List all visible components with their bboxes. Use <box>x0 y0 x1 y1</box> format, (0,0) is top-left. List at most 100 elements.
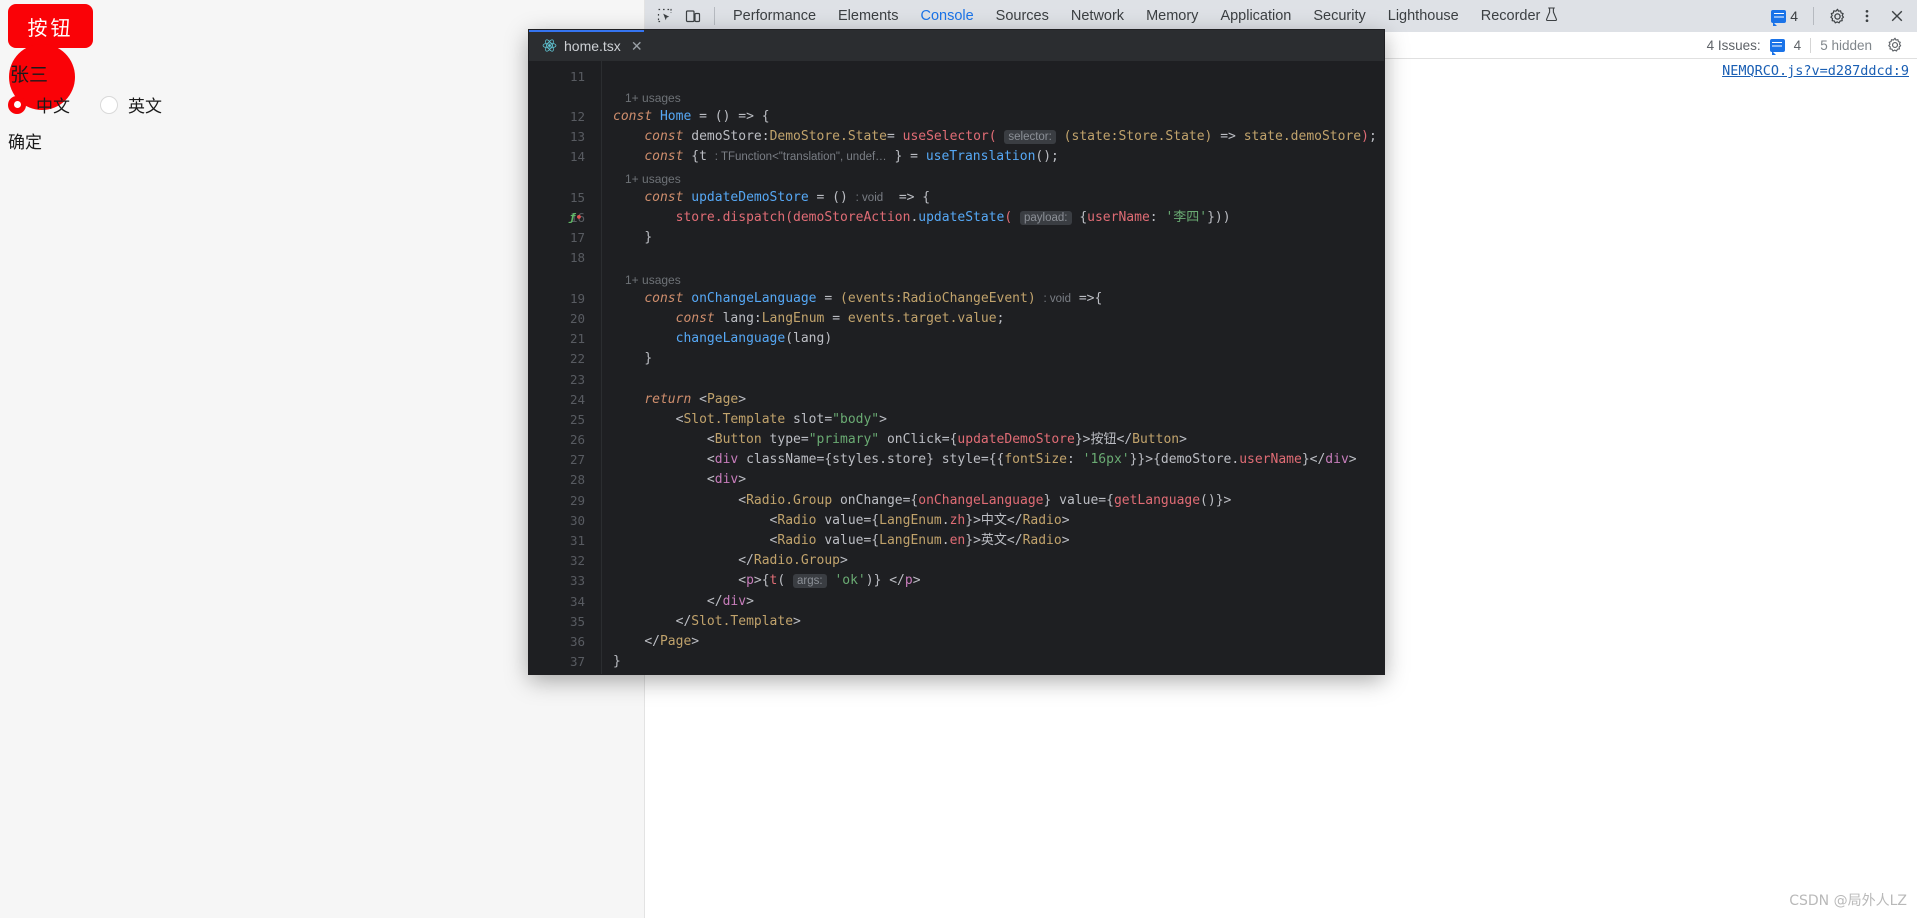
code-line: <Radio value={LangEnum.zh}>中文</Radio> <box>769 513 1070 528</box>
usages-hint: 1+ usages <box>625 273 681 287</box>
gutter-function-marker-icon[interactable]: ƒ• <box>569 208 582 228</box>
line-number: 28 <box>569 472 585 487</box>
primary-button[interactable]: 按钮 <box>8 4 93 48</box>
code-line: } <box>644 351 653 366</box>
tab-label: Recorder <box>1480 8 1541 24</box>
code-line: </Radio.Group> <box>738 553 848 568</box>
ide-tab-label: home.tsx <box>564 37 621 54</box>
line-number: 15 <box>569 190 585 205</box>
code-line: const demoStore:DemoStore.State= useSele… <box>644 129 1377 144</box>
ide-tab-bar: home.tsx ✕ <box>529 30 1384 61</box>
language-radio-group[interactable]: 中文 英文 <box>8 92 162 117</box>
line-number: 35 <box>569 614 585 629</box>
code-line: <Slot.Template slot="body"> <box>675 412 887 427</box>
issues-badge-icon <box>1769 38 1785 55</box>
code-line: changeLanguage(lang) <box>675 331 833 346</box>
line-number: 32 <box>569 553 585 568</box>
tab-application[interactable]: Application <box>1209 0 1302 32</box>
react-icon <box>542 38 557 53</box>
subbar-divider <box>1810 37 1812 53</box>
hidden-count-label[interactable]: 5 hidden <box>1820 38 1872 53</box>
line-number: 19 <box>569 291 585 306</box>
tab-label: Console <box>920 8 974 24</box>
code-line: } <box>644 230 653 245</box>
tab-performance[interactable]: Performance <box>722 0 827 32</box>
code-line: </div> <box>706 594 754 609</box>
toolbar-divider-2 <box>1813 7 1814 25</box>
device-toolbar-icon[interactable] <box>679 3 707 29</box>
usages-hint: 1+ usages <box>625 172 681 186</box>
devtools-toolbar: Performance Elements Console Sources Net… <box>645 0 1917 32</box>
close-icon[interactable]: ✕ <box>631 39 643 53</box>
radio-label-english: 英文 <box>128 97 162 117</box>
line-number: 30 <box>569 513 585 528</box>
kebab-menu-icon[interactable] <box>1853 3 1881 29</box>
watermark: CSDN @局外人LZ <box>1789 893 1907 909</box>
tab-label: Security <box>1313 8 1366 24</box>
console-settings-gear-icon[interactable] <box>1881 32 1909 58</box>
code-line: } <box>613 654 621 669</box>
tab-console[interactable]: Console <box>909 0 984 32</box>
code-line: <Radio value={LangEnum.en}>英文</Radio> <box>769 533 1070 548</box>
ide-editor-window: home.tsx ✕ 11 1+ usages 12 const Home = … <box>529 30 1384 674</box>
line-number: 13 <box>569 129 585 144</box>
tab-label: Lighthouse <box>1387 8 1459 24</box>
inspect-element-icon[interactable] <box>651 3 679 29</box>
avatar-label: 张三 <box>10 64 49 86</box>
line-number: 23 <box>569 372 585 387</box>
line-number: 37 <box>569 654 585 669</box>
tab-sources[interactable]: Sources <box>985 0 1060 32</box>
toolbar-divider <box>714 7 715 25</box>
devtools-tabs[interactable]: Performance Elements Console Sources Net… <box>722 0 1569 32</box>
tab-lighthouse[interactable]: Lighthouse <box>1377 0 1470 32</box>
radio-label-chinese: 中文 <box>36 97 70 117</box>
line-number: 16 <box>569 210 585 225</box>
line-number: 31 <box>569 533 585 548</box>
line-number: 33 <box>569 573 585 588</box>
code-line: const {t : TFunction<"translation", unde… <box>644 149 1059 164</box>
line-number: 34 <box>569 594 585 609</box>
gutter-divider <box>601 61 602 674</box>
tab-memory[interactable]: Memory <box>1135 0 1209 32</box>
tab-recorder[interactable]: Recorder <box>1470 0 1570 32</box>
message-count-chip[interactable]: 4 <box>1765 8 1804 26</box>
tab-network[interactable]: Network <box>1060 0 1135 32</box>
code-line: const lang:LangEnum = events.target.valu… <box>675 311 1005 326</box>
ok-text: 确定 <box>8 133 42 153</box>
tab-security[interactable]: Security <box>1302 0 1376 32</box>
tab-elements[interactable]: Elements <box>827 0 909 32</box>
gear-icon[interactable] <box>1823 3 1851 29</box>
devtools-toolbar-actions: 4 <box>1765 3 1911 29</box>
flask-icon <box>1545 7 1558 25</box>
tab-label: Memory <box>1146 8 1199 24</box>
code-line: <Radio.Group onChange={onChangeLanguage}… <box>738 493 1232 508</box>
line-number: 20 <box>569 311 585 326</box>
line-number: 26 <box>569 432 585 447</box>
radio-indicator-english[interactable] <box>100 95 118 114</box>
code-line: const onChangeLanguage = (events:RadioCh… <box>644 291 1103 306</box>
close-icon[interactable] <box>1883 3 1911 29</box>
code-line: <div className={styles.store} style={{fo… <box>706 452 1357 467</box>
code-line: </Page> <box>644 634 700 649</box>
code-line: store.dispatch(demoStoreAction.updateSta… <box>675 210 1231 225</box>
code-line: <Button type="primary" onClick={updateDe… <box>706 432 1187 447</box>
ide-tab-home-tsx[interactable]: home.tsx ✕ <box>529 30 654 61</box>
line-number: 12 <box>569 109 585 124</box>
radio-indicator-chinese[interactable] <box>8 95 26 114</box>
tab-label: Elements <box>838 8 899 24</box>
line-number: 18 <box>569 250 585 265</box>
code-line: const updateDemoStore = () : void => { <box>644 190 931 205</box>
line-number: 21 <box>569 331 585 346</box>
radio-option-english[interactable]: 英文 <box>100 92 162 117</box>
code-line: return <Page> <box>644 392 747 407</box>
console-source-link[interactable]: NEMQRCO.js?v=d287ddcd:9 <box>1722 63 1909 79</box>
radio-option-chinese[interactable]: 中文 <box>8 92 70 117</box>
message-count: 4 <box>1790 8 1798 24</box>
line-number: 22 <box>569 351 585 366</box>
code-line: </Slot.Template> <box>675 614 801 629</box>
line-number: 11 <box>569 69 585 84</box>
line-number: 36 <box>569 634 585 649</box>
ide-code-area[interactable]: 11 1+ usages 12 const Home = () => { 13 … <box>529 61 1384 674</box>
tab-label: Sources <box>995 8 1049 24</box>
tab-label: Network <box>1070 8 1125 24</box>
